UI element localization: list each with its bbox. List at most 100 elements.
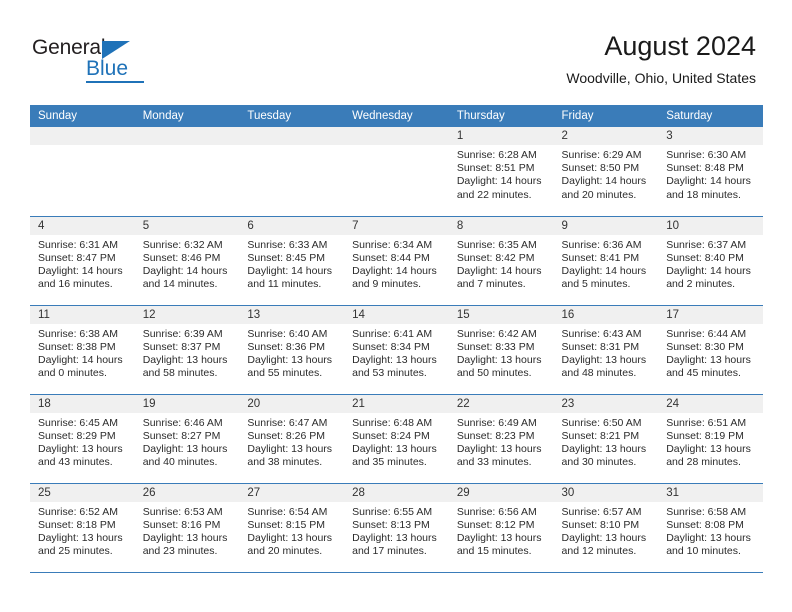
- calendar-day-cell[interactable]: 22 Sunrise: 6:49 AM Sunset: 8:23 PM Dayligh…: [448, 394, 554, 484]
- daylight-text-line2: and 2 minutes.: [666, 278, 736, 291]
- sunrise-text: Sunrise: 6:31 AM: [38, 238, 118, 251]
- day-details: Sunrise: 6:37 AM Sunset: 8:40 PM Daylight:…: [658, 235, 763, 292]
- calendar-day-cell-empty: [134, 127, 240, 217]
- calendar-week-row: 4 Sunrise: 6:31 AM Sunset: 8:47 PM Daylight…: [30, 216, 763, 306]
- calendar-day-cell[interactable]: 11 Sunrise: 6:38 AM Sunset: 8:38 PM Dayligh…: [30, 305, 135, 395]
- daylight-text-line2: and 50 minutes.: [456, 367, 532, 380]
- calendar-day-cell[interactable]: 29 Sunrise: 6:56 AM Sunset: 8:12 PM Dayligh…: [448, 483, 554, 573]
- day-details: Sunrise: 6:39 AM Sunset: 8:37 PM Daylight:…: [135, 324, 240, 381]
- logo-text-blue: Blue: [86, 57, 129, 80]
- calendar-day-cell[interactable]: 27 Sunrise: 6:54 AM Sunset: 8:15 PM Dayligh…: [239, 483, 345, 573]
- calendar-day-cell[interactable]: 15 Sunrise: 6:42 AM Sunset: 8:33 PM Dayligh…: [448, 305, 554, 395]
- calendar-day-cell[interactable]: 19 Sunrise: 6:46 AM Sunset: 8:27 PM Dayligh…: [134, 394, 240, 484]
- day-details: Sunrise: 6:58 AM Sunset: 8:08 PM Daylight:…: [658, 502, 763, 559]
- day-cell-inner: [134, 127, 240, 216]
- calendar-day-cell[interactable]: 5 Sunrise: 6:32 AM Sunset: 8:46 PM Daylight…: [134, 216, 240, 306]
- daylight-text-line2: and 28 minutes.: [666, 456, 741, 469]
- sunset-text: Sunset: 8:46 PM: [142, 251, 221, 264]
- calendar-day-cell[interactable]: 30 Sunrise: 6:57 AM Sunset: 8:10 PM Dayligh…: [553, 483, 659, 573]
- page-title: August 2024: [604, 31, 756, 61]
- daylight-text-line2: and 7 minutes.: [456, 278, 526, 291]
- calendar-day-cell[interactable]: 24 Sunrise: 6:51 AM Sunset: 8:19 PM Dayligh…: [658, 394, 763, 484]
- calendar-day-cell[interactable]: 25 Sunrise: 6:52 AM Sunset: 8:18 PM Dayligh…: [30, 483, 135, 573]
- day-cell-inner: 14 Sunrise: 6:41 AM Sunset: 8:34 PM Dayligh…: [344, 305, 449, 394]
- daylight-text-line2: and 33 minutes.: [456, 456, 532, 469]
- daylight-text-line1: Daylight: 13 hours: [352, 353, 437, 366]
- calendar-day-cell[interactable]: 14 Sunrise: 6:41 AM Sunset: 8:34 PM Dayligh…: [344, 305, 449, 395]
- daylight-text-line2: and 55 minutes.: [247, 367, 323, 380]
- day-cell-inner: 8 Sunrise: 6:35 AM Sunset: 8:42 PM Daylight…: [448, 216, 554, 305]
- sunset-text: Sunset: 8:30 PM: [666, 340, 744, 353]
- day-number: 11: [30, 305, 135, 324]
- sunset-text: Sunset: 8:21 PM: [561, 429, 640, 442]
- calendar-day-cell[interactable]: 10 Sunrise: 6:37 AM Sunset: 8:40 PM Dayligh…: [658, 216, 763, 306]
- calendar-day-cell[interactable]: 16 Sunrise: 6:43 AM Sunset: 8:31 PM Dayligh…: [553, 305, 659, 395]
- daylight-text-line1: Daylight: 14 hours: [142, 264, 228, 277]
- daylight-text-line2: and 22 minutes.: [456, 188, 532, 201]
- daylight-text-line2: and 14 minutes.: [142, 278, 218, 291]
- day-cell-inner: 9 Sunrise: 6:36 AM Sunset: 8:41 PM Daylight…: [553, 216, 659, 305]
- day-number: 12: [134, 305, 240, 324]
- calendar-day-cell[interactable]: 8 Sunrise: 6:35 AM Sunset: 8:42 PM Daylight…: [448, 216, 554, 306]
- day-cell-inner: [239, 127, 345, 216]
- calendar-table: Sunday Monday Tuesday Wednesday Thursday…: [30, 105, 763, 573]
- day-cell-inner: 7 Sunrise: 6:34 AM Sunset: 8:44 PM Daylight…: [344, 216, 449, 305]
- weekday-header-friday: Friday: [553, 105, 659, 127]
- daylight-text-line1: Daylight: 14 hours: [456, 175, 542, 188]
- day-cell-inner: 23 Sunrise: 6:50 AM Sunset: 8:21 PM Dayligh…: [553, 394, 659, 483]
- sunrise-text: Sunrise: 6:33 AM: [247, 238, 328, 251]
- day-number: 6: [239, 216, 345, 235]
- day-cell-inner: 20 Sunrise: 6:47 AM Sunset: 8:26 PM Dayligh…: [239, 394, 345, 483]
- calendar-day-cell[interactable]: 21 Sunrise: 6:48 AM Sunset: 8:24 PM Dayligh…: [344, 394, 449, 484]
- sunset-text: Sunset: 8:24 PM: [352, 429, 430, 442]
- sunrise-text: Sunrise: 6:49 AM: [456, 416, 537, 429]
- day-number: 9: [553, 216, 659, 235]
- weekday-header-monday: Monday: [134, 105, 240, 127]
- day-cell-inner: 27 Sunrise: 6:54 AM Sunset: 8:15 PM Dayligh…: [239, 483, 345, 572]
- day-number: 5: [134, 216, 240, 235]
- calendar-day-cell[interactable]: 4 Sunrise: 6:31 AM Sunset: 8:47 PM Daylight…: [30, 216, 135, 306]
- daylight-text-line2: and 12 minutes.: [561, 545, 637, 558]
- calendar-day-cell[interactable]: 12 Sunrise: 6:39 AM Sunset: 8:37 PM Dayligh…: [134, 305, 240, 395]
- daylight-text-line1: Daylight: 13 hours: [247, 442, 333, 455]
- daylight-text-line1: Daylight: 14 hours: [666, 175, 751, 188]
- calendar-day-cell[interactable]: 3 Sunrise: 6:30 AM Sunset: 8:48 PM Daylight…: [658, 127, 763, 217]
- daylight-text-line2: and 16 minutes.: [38, 278, 113, 291]
- daylight-text-line1: Daylight: 14 hours: [561, 264, 647, 277]
- day-number: [30, 127, 135, 145]
- calendar-day-cell[interactable]: 1 Sunrise: 6:28 AM Sunset: 8:51 PM Daylight…: [448, 127, 554, 217]
- page-header: General Blue August 2024 Woodville, Ohio…: [0, 0, 792, 104]
- calendar-day-cell-empty: [239, 127, 345, 217]
- daylight-text-line2: and 10 minutes.: [666, 545, 741, 558]
- day-number: 18: [30, 394, 135, 413]
- sunrise-text: Sunrise: 6:40 AM: [247, 327, 328, 340]
- calendar-day-cell[interactable]: 13 Sunrise: 6:40 AM Sunset: 8:36 PM Dayligh…: [239, 305, 345, 395]
- calendar-day-cell[interactable]: 20 Sunrise: 6:47 AM Sunset: 8:26 PM Dayligh…: [239, 394, 345, 484]
- daylight-text-line1: Daylight: 13 hours: [247, 531, 333, 544]
- day-cell-inner: [344, 127, 449, 216]
- daylight-text-line1: Daylight: 14 hours: [352, 264, 437, 277]
- calendar-day-cell[interactable]: 2 Sunrise: 6:29 AM Sunset: 8:50 PM Daylight…: [553, 127, 659, 217]
- calendar-day-cell[interactable]: 31 Sunrise: 6:58 AM Sunset: 8:08 PM Dayligh…: [658, 483, 763, 573]
- daylight-text-line1: Daylight: 13 hours: [142, 531, 228, 544]
- calendar-day-cell[interactable]: 6 Sunrise: 6:33 AM Sunset: 8:45 PM Daylight…: [239, 216, 345, 306]
- sunset-text: Sunset: 8:47 PM: [38, 251, 116, 264]
- calendar-day-cell[interactable]: 28 Sunrise: 6:55 AM Sunset: 8:13 PM Dayligh…: [344, 483, 449, 573]
- day-details: Sunrise: 6:54 AM Sunset: 8:15 PM Daylight:…: [239, 502, 344, 559]
- day-number: [134, 127, 240, 145]
- day-number: 25: [30, 483, 135, 502]
- calendar-day-cell[interactable]: 18 Sunrise: 6:45 AM Sunset: 8:29 PM Dayligh…: [30, 394, 135, 484]
- calendar-day-cell[interactable]: 7 Sunrise: 6:34 AM Sunset: 8:44 PM Daylight…: [344, 216, 449, 306]
- calendar-day-cell[interactable]: 17 Sunrise: 6:44 AM Sunset: 8:30 PM Dayligh…: [658, 305, 763, 395]
- day-number: 27: [239, 483, 345, 502]
- calendar-day-cell[interactable]: 23 Sunrise: 6:50 AM Sunset: 8:21 PM Dayligh…: [553, 394, 659, 484]
- day-cell-inner: 16 Sunrise: 6:43 AM Sunset: 8:31 PM Dayligh…: [553, 305, 659, 394]
- day-cell-inner: 31 Sunrise: 6:58 AM Sunset: 8:08 PM Dayligh…: [658, 483, 763, 572]
- calendar-day-cell[interactable]: 26 Sunrise: 6:53 AM Sunset: 8:16 PM Dayligh…: [134, 483, 240, 573]
- calendar-day-cell[interactable]: 9 Sunrise: 6:36 AM Sunset: 8:41 PM Daylight…: [553, 216, 659, 306]
- sunrise-text: Sunrise: 6:47 AM: [247, 416, 328, 429]
- sunset-text: Sunset: 8:50 PM: [561, 162, 640, 175]
- general-blue-logo[interactable]: General Blue: [32, 36, 162, 84]
- daylight-text-line1: Daylight: 14 hours: [38, 353, 123, 366]
- daylight-text-line2: and 17 minutes.: [352, 545, 427, 558]
